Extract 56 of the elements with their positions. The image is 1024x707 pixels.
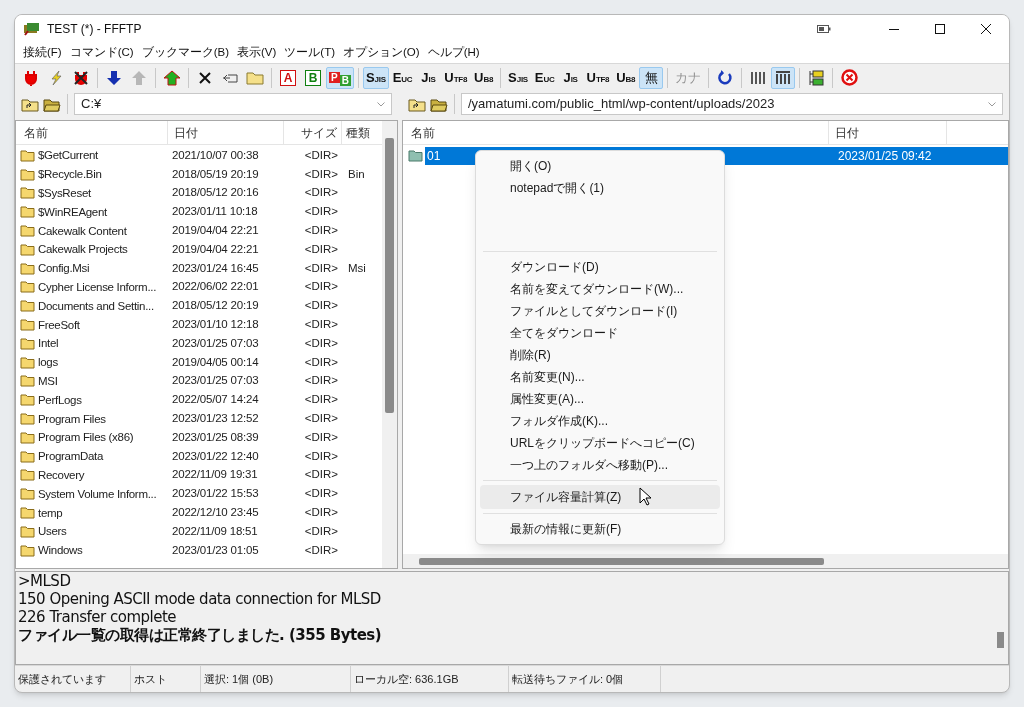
size-cell-text: <DIR> [303,335,339,351]
date-cell-text: 2023/01/25 07:03 [171,373,260,389]
date-cell-text: 2018/05/12 20:19 [171,298,260,314]
date-cell-text: 2023/01/25 08:39 [171,429,260,445]
log-line: ファイル一覧の取得は正常終了しました. (355 Bytes) [18,626,383,644]
date-cell-text: 2022/05/07 14:24 [171,392,260,408]
date-cell-text: 2023/01/23 01:05 [171,542,260,558]
log-line: >MLSD [18,572,72,590]
size-cell-text: <DIR> [303,467,339,483]
date-cell-text: 2022/11/09 19:31 [171,467,259,483]
size-cell-text: <DIR> [303,523,339,539]
size-cell-text: <DIR> [303,316,339,332]
status-text: 保護されています [15,666,131,692]
size-cell-text: <DIR> [303,241,339,257]
size-cell-text: <DIR> [303,373,339,389]
date-cell-text: 2019/04/04 22:21 [171,241,260,257]
date-cell-text: 2023/01/25 07:03 [171,335,260,351]
log-line: 150 Opening ASCII mode data connection for MLSD [18,590,382,608]
type-cell-text: Bin [347,166,366,182]
status-text: ローカル空: 636.1GB [351,666,509,692]
date-cell-text: 2023/01/22 15:53 [171,486,260,502]
size-cell-text: <DIR> [303,298,339,314]
size-cell-text: <DIR> [303,504,339,520]
date-cell-text: 2023/01/10 12:18 [171,316,260,332]
date-cell-text: 2023/01/24 16:45 [171,260,260,276]
size-cell-text: <DIR> [303,279,339,295]
size-cell-text: <DIR> [303,392,339,408]
date-cell-text: 2022/11/09 18:51 [171,523,259,539]
size-cell-text: <DIR> [303,448,339,464]
window-title: TEST (*) - FFFTP [47,21,142,38]
size-cell-text: <DIR> [303,222,339,238]
date-cell-text: 2019/04/05 00:14 [171,354,260,370]
size-cell-text: <DIR> [303,166,339,182]
status-text: 転送待ちファイル: 0個 [509,666,661,692]
size-cell-text: <DIR> [303,185,339,201]
status-text: ホスト [131,666,201,692]
log-line: 226 Transfer complete [18,608,178,626]
type-cell-text: Msi [347,260,367,276]
size-cell-text: <DIR> [303,147,339,163]
date-cell-text: 2019/04/04 22:21 [171,222,260,238]
size-cell-text: <DIR> [303,354,339,370]
date-cell-text: 2022/06/02 22:01 [171,279,260,295]
date-cell-text: 2023/01/23 12:52 [171,410,260,426]
date-cell-text: 2023/01/11 10:18 [171,204,259,220]
date-cell-text: 2018/05/12 20:16 [171,185,260,201]
size-cell-text: <DIR> [303,429,339,445]
size-cell-text: <DIR> [303,260,339,276]
date-cell-text: 2018/05/19 20:19 [171,166,260,182]
date-cell-text: 2021/10/07 00:38 [171,147,260,163]
size-cell-text: <DIR> [303,204,339,220]
date-cell-text: 2023/01/22 12:40 [171,448,260,464]
size-cell-text: <DIR> [303,542,339,558]
size-cell-text: <DIR> [303,486,339,502]
size-cell-text: <DIR> [303,410,339,426]
status-text: 選択: 1個 (0B) [201,666,351,692]
date-cell-text: 2022/12/10 23:45 [171,504,260,520]
